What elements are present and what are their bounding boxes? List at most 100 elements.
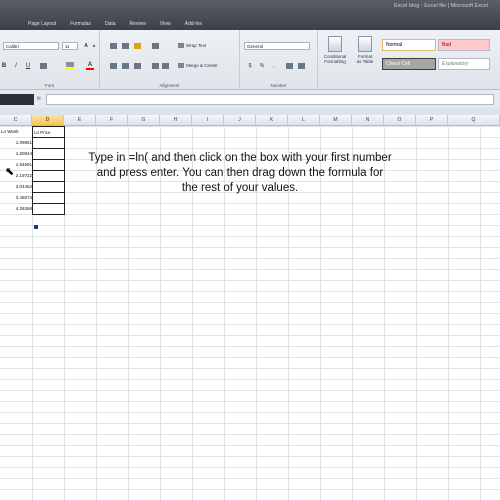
cell-c3[interactable]: 1.60944 <box>0 148 32 159</box>
gridline <box>0 379 500 380</box>
font-size-combo[interactable]: 11 <box>62 42 78 50</box>
cell-c2[interactable]: 1.09861 <box>0 137 32 148</box>
gridline <box>0 291 500 292</box>
gridline <box>0 203 500 204</box>
gridline <box>0 489 500 490</box>
tab-view[interactable]: View <box>153 18 178 30</box>
format-as-table-button[interactable]: Format as Table <box>352 36 378 64</box>
gridline <box>0 390 500 391</box>
conditional-formatting-icon <box>328 36 342 52</box>
gridline <box>0 247 500 248</box>
conditional-formatting-button[interactable]: Conditional Formatting <box>322 36 348 64</box>
style-explanatory[interactable]: Explanatory <box>438 58 490 70</box>
style-check-cell[interactable]: Check Cell <box>382 58 436 70</box>
align-left-icon[interactable] <box>110 63 117 69</box>
instruction-line-2: and press enter. You can then drag down … <box>96 167 384 179</box>
column-header-o[interactable]: O <box>384 115 416 126</box>
column-header-f[interactable]: F <box>96 115 128 126</box>
fill-handle[interactable] <box>34 225 38 229</box>
ribbon: Calibri 11 A A B I U A Font Wrap Text Me… <box>0 30 500 90</box>
comma-icon[interactable]: , <box>270 62 278 70</box>
conditional-formatting-label: Conditional Formatting <box>323 54 347 64</box>
font-group: Calibri 11 A A B I U A Font <box>0 30 100 90</box>
gridline <box>0 148 500 149</box>
tab-review[interactable]: Review <box>123 18 153 30</box>
gridline <box>0 313 500 314</box>
align-middle-icon[interactable] <box>122 43 129 49</box>
font-name-combo[interactable]: Calibri <box>3 42 59 50</box>
decrease-decimal-icon[interactable] <box>298 63 305 69</box>
fx-icon[interactable]: fx <box>37 94 45 105</box>
merge-icon <box>178 63 184 69</box>
gridline <box>0 456 500 457</box>
alignment-group: Wrap Text Merge & Center Alignment <box>100 30 240 90</box>
wrap-text-button[interactable]: Wrap Text <box>178 42 206 50</box>
bold-button[interactable]: B <box>0 62 8 70</box>
column-header-l[interactable]: L <box>288 115 320 126</box>
column-header-h[interactable]: H <box>160 115 192 126</box>
cell-c8[interactable]: 4.26268 <box>0 203 32 214</box>
gridline <box>0 335 500 336</box>
tab-data[interactable]: Data <box>98 18 123 30</box>
column-header-g[interactable]: G <box>128 115 160 126</box>
cell-c6[interactable]: 3.04452 <box>0 181 32 192</box>
cell-c7[interactable]: 3.46574 <box>0 192 32 203</box>
column-header-i[interactable]: I <box>192 115 224 126</box>
style-normal[interactable]: Normal <box>382 39 436 51</box>
orientation-icon[interactable] <box>152 43 159 49</box>
instruction-line-1: Type in =ln( and then click on the box w… <box>88 152 392 164</box>
cell-c1[interactable]: Ln Week <box>0 126 32 137</box>
align-bottom-icon[interactable] <box>134 43 141 49</box>
borders-icon[interactable] <box>40 63 47 69</box>
mouse-cursor-icon: ⬉ <box>5 166 15 178</box>
decrease-indent-icon[interactable] <box>152 63 159 69</box>
column-header-d[interactable]: D <box>32 115 64 126</box>
increase-decimal-icon[interactable] <box>286 63 293 69</box>
align-top-icon[interactable] <box>110 43 117 49</box>
name-box[interactable] <box>0 94 34 105</box>
column-header-c[interactable]: C <box>0 115 32 126</box>
gridline <box>0 346 500 347</box>
number-format-combo[interactable]: General <box>244 42 310 50</box>
grow-font-icon[interactable]: A <box>82 42 90 50</box>
underline-button[interactable]: U <box>24 62 32 70</box>
tab-home[interactable] <box>0 18 21 30</box>
cell-d8[interactable] <box>32 203 65 215</box>
column-header-p[interactable]: P <box>416 115 448 126</box>
gridline <box>0 302 500 303</box>
align-center-icon[interactable] <box>122 63 129 69</box>
italic-button[interactable]: I <box>12 62 20 70</box>
shrink-font-icon[interactable]: A <box>90 42 98 50</box>
align-right-icon[interactable] <box>134 63 141 69</box>
column-header-k[interactable]: K <box>256 115 288 126</box>
increase-indent-icon[interactable] <box>162 63 169 69</box>
tab-page-layout[interactable]: Page Layout <box>21 18 63 30</box>
style-bad[interactable]: Bad <box>438 39 490 51</box>
percent-icon[interactable]: % <box>258 62 266 70</box>
fill-color-icon[interactable] <box>66 62 74 70</box>
merge-center-button[interactable]: Merge & Center <box>178 62 218 70</box>
currency-icon[interactable]: $ <box>246 62 254 70</box>
column-header-n[interactable]: N <box>352 115 384 126</box>
gridline <box>0 357 500 358</box>
column-header-j[interactable]: J <box>224 115 256 126</box>
formula-bar: fx <box>0 90 500 108</box>
gridline <box>0 401 500 402</box>
merge-center-label: Merge & Center <box>186 63 218 68</box>
column-header-q[interactable]: Q <box>448 115 500 126</box>
instruction-text: Type in =ln( and then click on the box w… <box>60 151 420 196</box>
gridline <box>0 467 500 468</box>
font-color-icon[interactable]: A <box>86 62 94 70</box>
window-title: Excel blog - Excel file | Microsoft Exce… <box>393 3 488 9</box>
wrap-text-label: Wrap Text <box>186 43 207 48</box>
worksheet-grid[interactable]: C D E F G H I J K L M N O P Q Ln Week 1.… <box>0 115 500 500</box>
alignment-group-label: Alignment <box>159 83 180 88</box>
tab-formulas[interactable]: Formulas <box>63 18 98 30</box>
tab-add-ins[interactable]: Add-Ins <box>178 18 209 30</box>
gridline <box>0 412 500 413</box>
formula-input[interactable] <box>46 94 494 105</box>
font-group-label: Font <box>44 83 54 88</box>
gridline <box>0 434 500 435</box>
column-header-e[interactable]: E <box>64 115 96 126</box>
column-header-m[interactable]: M <box>320 115 352 126</box>
